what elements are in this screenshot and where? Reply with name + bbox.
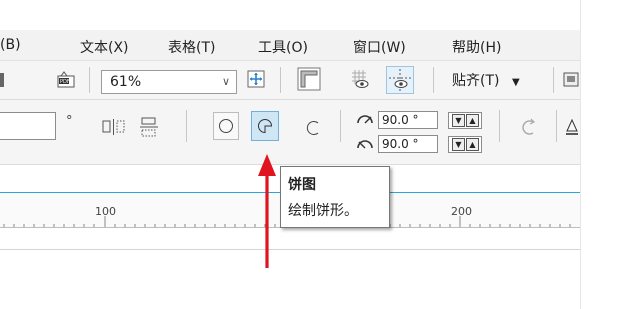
menu-item-arrange[interactable]: (B) [0,37,21,53]
propbar-separator [556,110,557,142]
ellipse-mode-button[interactable] [213,112,239,140]
propbar-separator [340,110,341,142]
right-strip [580,0,620,309]
pie-mode-button[interactable] [251,111,279,141]
end-angle-spinner[interactable]: ▼ ▲ [448,136,482,153]
end-angle-icon [357,140,373,149]
red-arrow-annotation [258,154,276,268]
menu-item-text[interactable]: 文本(X) [80,37,129,57]
partial-icon[interactable] [0,73,4,87]
guidelines-button[interactable] [386,66,414,94]
outline-pen-icon[interactable] [564,117,580,139]
svg-text:PDF: PDF [60,79,70,85]
zoom-level-value: 61% [110,74,142,90]
end-angle-value: 90.0 ° [382,137,419,151]
end-angle-input[interactable]: 90.0 ° [378,135,438,153]
up-triangle-icon[interactable]: ▲ [466,138,479,151]
zoom-fit-icon[interactable] [246,69,266,89]
ruler-label-100: 100 [95,205,116,218]
export-pdf-icon[interactable]: PDF [55,69,77,91]
toolbar-separator [553,67,554,93]
chevron-down-icon: ∨ [221,75,230,88]
start-angle-icon [357,115,373,124]
caret-down-icon: ▼ [511,77,520,88]
menu-item-tools[interactable]: 工具(O) [258,37,308,57]
snap-to-dropdown[interactable]: 贴齐(T) ▼ [452,70,520,90]
top-strip [0,0,580,30]
standard-toolbar: PDF 61% ∨ 贴齐(T) ▼ [0,61,580,100]
start-angle-value: 90.0 ° [382,113,419,127]
ruler-label-200: 200 [451,205,472,218]
rulers-icon[interactable] [297,67,321,91]
pie-tooltip: 饼图 绘制饼形。 [280,166,390,228]
ellipse-icon [219,119,233,133]
zoom-level-select[interactable]: 61% ∨ [101,70,237,94]
toolbar-separator [280,67,281,93]
direction-icon[interactable] [518,116,540,140]
start-angle-input[interactable]: 90.0 ° [378,111,438,129]
menu-item-help[interactable]: 帮助(H) [452,37,501,57]
menu-item-window[interactable]: 窗口(W) [353,37,406,57]
down-triangle-icon[interactable]: ▼ [452,138,465,151]
toolbar-separator [433,67,434,93]
up-triangle-icon[interactable]: ▲ [466,114,479,127]
property-bar: ° 90.0 ° ▼ ▲ 90.0 ° ▼ ▲ [0,100,580,165]
guidelines-icon [389,69,411,91]
down-triangle-icon[interactable]: ▼ [452,114,465,127]
pie-icon [258,119,273,134]
snap-to-label: 贴齐(T) [452,73,500,89]
tooltip-description: 绘制饼形。 [288,203,358,219]
canvas-divider [0,249,580,250]
toolbar-separator [89,67,90,93]
tooltip-title: 饼图 [288,177,316,193]
menu-item-table[interactable]: 表格(T) [168,37,215,57]
mirror-vertical-icon[interactable] [138,116,160,138]
size-input[interactable] [0,112,56,140]
start-angle-spinner[interactable]: ▼ ▲ [448,112,482,129]
propbar-separator [499,110,500,142]
mirror-horizontal-icon[interactable] [101,117,127,137]
grid-view-icon[interactable] [348,67,372,91]
degree-symbol: ° [66,114,73,129]
menu-bar: (B) 文本(X) 表格(T) 工具(O) 窗口(W) 帮助(H) [0,30,580,61]
propbar-separator [186,110,187,142]
options-icon[interactable] [562,70,580,90]
arc-icon[interactable] [301,114,325,140]
